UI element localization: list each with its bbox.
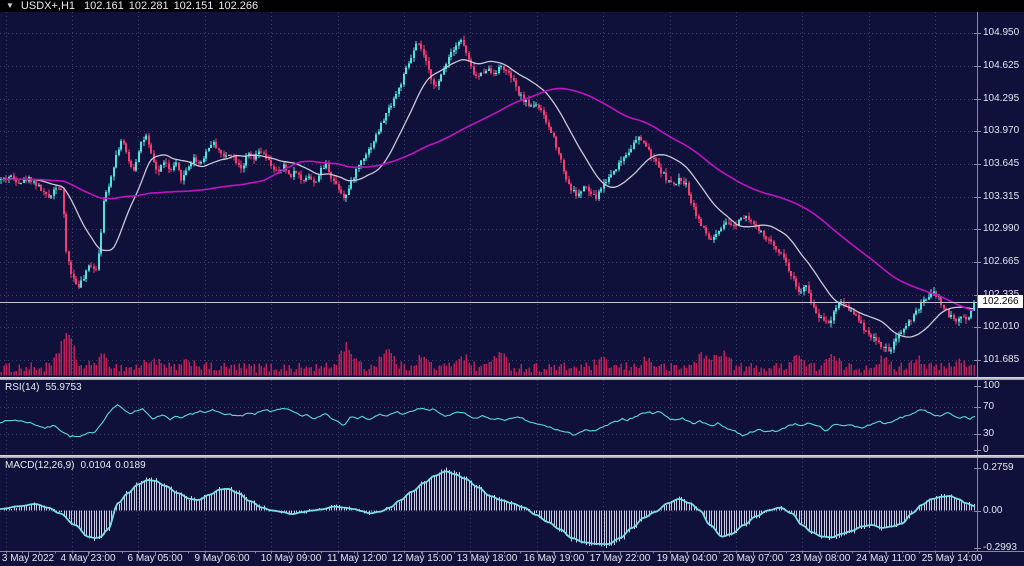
rsi-panel-title: RSI(14) 55.9753 (5, 382, 82, 393)
ohlc-low: 102.151 (174, 0, 214, 12)
ohlc-open: 102.161 (84, 0, 124, 12)
rsi-panel-splitter[interactable] (0, 377, 1024, 380)
last-price-tag: 102.266 (978, 295, 1023, 308)
symbol-dropdown-icon[interactable]: ▼ (6, 0, 14, 12)
chart-title-bar: ▼ USDX+,H1 102.161 102.281 102.151 102.2… (0, 0, 1024, 12)
time-axis[interactable] (0, 551, 1024, 566)
price-axis[interactable] (977, 12, 1024, 551)
macd-panel-title: MACD(12,26,9) 0.0104 0.0189 (5, 460, 146, 471)
ohlc-high: 102.281 (129, 0, 169, 12)
macd-panel-splitter[interactable] (0, 455, 1024, 458)
macd-label: MACD(12,26,9) (5, 460, 74, 471)
trading-chart-window: ▼ USDX+,H1 102.161 102.281 102.151 102.2… (0, 0, 1024, 566)
macd-value-signal: 0.0189 (115, 460, 146, 471)
chart-canvas[interactable] (0, 0, 1024, 566)
symbol-period-label: USDX+,H1 (21, 0, 75, 12)
ohlc-close: 102.266 (218, 0, 258, 12)
rsi-label: RSI(14) (5, 382, 39, 393)
rsi-value: 55.9753 (45, 382, 81, 393)
macd-value-main: 0.0104 (80, 460, 111, 471)
